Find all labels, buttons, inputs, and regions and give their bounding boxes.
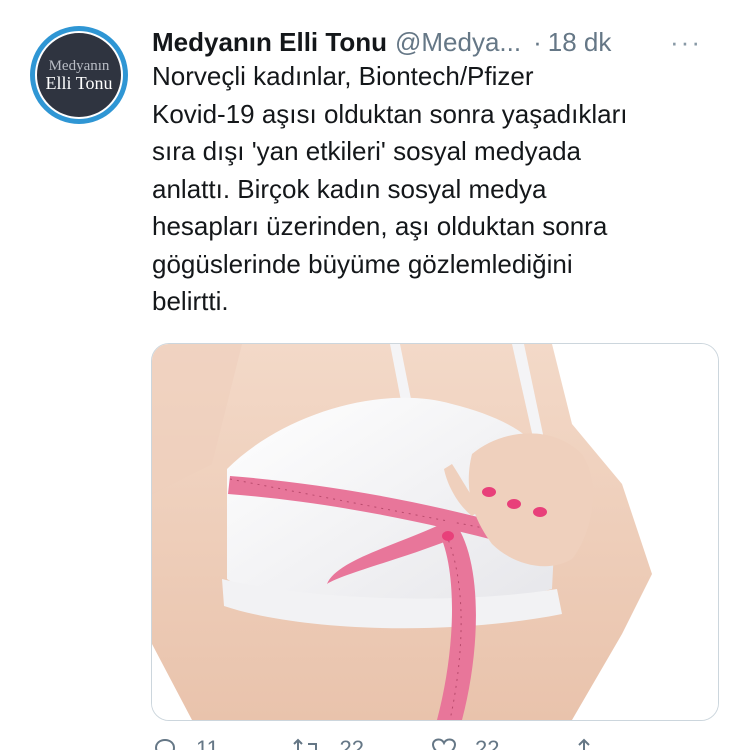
share-icon [571, 737, 597, 750]
retweet-button[interactable]: 22 [292, 736, 432, 750]
share-button[interactable] [571, 737, 711, 750]
retweet-count: 22 [339, 736, 364, 750]
separator-dot: · [533, 26, 542, 57]
retweet-icon [292, 737, 322, 750]
reply-count: 11 [196, 736, 219, 750]
user-handle[interactable]: @Medya... [395, 27, 521, 58]
tweet-actions: 11 22 22 [152, 734, 710, 750]
display-name[interactable]: Medyanın Elli Tonu [152, 27, 387, 58]
like-button[interactable]: 22 [431, 736, 571, 750]
avatar[interactable]: Medyanın Elli Tonu [30, 26, 128, 124]
reply-icon [152, 737, 178, 750]
photo-measuring-tape [152, 344, 718, 720]
reply-button[interactable]: 11 [152, 736, 292, 750]
tweet-header: Medyanın Elli Tonu @Medya... · 18 dk ··· [152, 22, 710, 62]
tweet-card[interactable]: Medyanın Elli Tonu Medyanın Elli Tonu @M… [0, 0, 750, 750]
avatar-logo-line2: Elli Tonu [45, 72, 113, 93]
avatar-logo-line1: Medyanın [48, 57, 110, 74]
tweet-text: Norveçli kadınlar, Biontech/Pfizer Kovid… [152, 61, 628, 316]
avatar-logo: Medyanın Elli Tonu [35, 31, 123, 119]
more-options-icon[interactable]: ··· [670, 22, 702, 62]
timestamp[interactable]: 18 dk [548, 27, 612, 58]
tweet-media-image[interactable] [151, 343, 719, 721]
heart-icon [431, 737, 457, 750]
like-count: 22 [475, 736, 500, 750]
